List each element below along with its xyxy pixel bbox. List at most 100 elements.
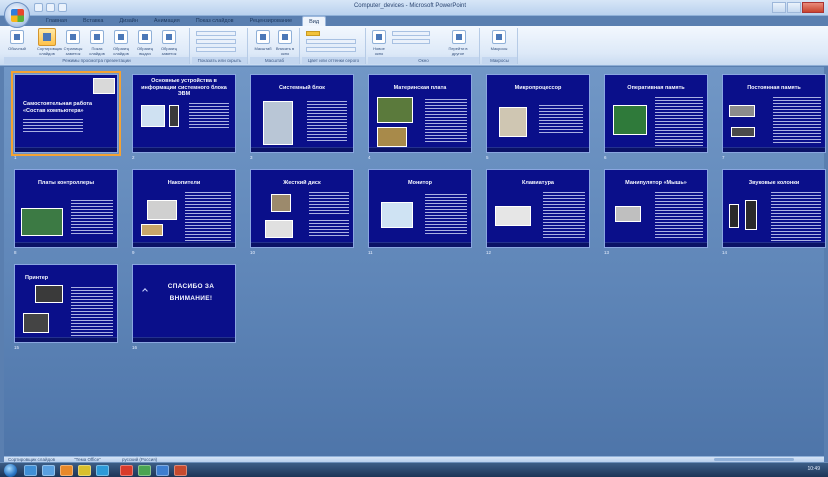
- folder-icon[interactable]: [78, 465, 91, 476]
- slide-image: [141, 105, 165, 127]
- clock[interactable]: 10:49: [807, 466, 820, 472]
- tab-animation[interactable]: Анимация: [148, 16, 186, 26]
- slide-thumbnail-1[interactable]: Самостоятельная работа «Состав компьютер…: [11, 71, 121, 156]
- slide-title: Самостоятельная работа «Состав компьютер…: [23, 101, 93, 114]
- media-icon[interactable]: [60, 465, 73, 476]
- ruler-checkbox[interactable]: [196, 31, 236, 36]
- notes-master-button[interactable]: [162, 30, 176, 44]
- notes-master-label: Образец заметок: [160, 46, 178, 56]
- start-button[interactable]: [4, 464, 17, 477]
- slide-image: [35, 285, 63, 303]
- new-window-label: Новое окно: [373, 46, 385, 56]
- slide-body: [655, 97, 703, 147]
- macros-label: Макросы: [490, 46, 508, 51]
- browser-icon[interactable]: [96, 465, 109, 476]
- macros-button[interactable]: [492, 30, 506, 44]
- group-label: Цвет или оттенки серого: [302, 57, 365, 64]
- group-label: Окно: [368, 57, 479, 64]
- powerpoint-icon[interactable]: [174, 465, 187, 476]
- slide-sorter-pane[interactable]: Самостоятельная работа «Состав компьютер…: [4, 67, 826, 456]
- tab-home[interactable]: Главная: [40, 16, 73, 26]
- fit-to-window-button[interactable]: [278, 30, 292, 44]
- notes-page-button[interactable]: [66, 30, 80, 44]
- office-logo-icon: [11, 9, 24, 22]
- handout-master-button[interactable]: [138, 30, 152, 44]
- slide-body: [71, 287, 113, 337]
- slide-sorter-button[interactable]: [38, 28, 56, 46]
- slide-number: 1: [14, 155, 17, 160]
- window-controls[interactable]: [772, 2, 824, 13]
- taskbar: 10:49: [0, 462, 828, 477]
- minimize-icon[interactable]: [772, 2, 786, 13]
- close-icon[interactable]: [802, 2, 824, 13]
- slide-thumbnail-2[interactable]: Основные устройства в информации системн…: [132, 74, 236, 153]
- slide-thumbnail-9[interactable]: Накопители: [132, 169, 236, 248]
- slide-image: [495, 206, 531, 226]
- tab-design[interactable]: Дизайн: [113, 16, 144, 26]
- slide-title: Манипулятор «Мышь»: [625, 180, 687, 186]
- slide-thumbnail-7[interactable]: Постоянная память: [722, 74, 826, 153]
- normal-view-button[interactable]: [10, 30, 24, 44]
- grayscale-button[interactable]: [306, 39, 356, 44]
- slide-master-button[interactable]: [114, 30, 128, 44]
- opera-icon[interactable]: [120, 465, 133, 476]
- slide-thumbnail-6[interactable]: Оперативная память: [604, 74, 708, 153]
- slide-sorter-label: Сортировщик слайдов: [37, 46, 63, 56]
- tab-review[interactable]: Рецензирование: [244, 16, 298, 26]
- zoom-slider[interactable]: [714, 458, 794, 461]
- gridlines-checkbox[interactable]: [196, 39, 236, 44]
- group-label: Макросы: [482, 57, 517, 64]
- slide-decoration: [142, 288, 148, 294]
- slide-title: Звуковые колонки: [748, 180, 800, 186]
- slide-footer: [251, 242, 353, 247]
- slide-image: [169, 105, 179, 127]
- slideshow-button[interactable]: [90, 30, 104, 44]
- slide-body: [425, 194, 467, 236]
- quick-access-toolbar[interactable]: [34, 3, 67, 12]
- slide-thumbnail-3[interactable]: Системный блок: [250, 74, 354, 153]
- cascade-button[interactable]: [392, 39, 430, 44]
- slide-footer: [605, 242, 707, 247]
- slide-footer: [723, 242, 825, 247]
- black-white-button[interactable]: [306, 47, 356, 52]
- slide-thumbnail-13[interactable]: Манипулятор «Мышь»: [604, 169, 708, 248]
- switch-window-button[interactable]: [452, 30, 466, 44]
- arrange-all-button[interactable]: [392, 31, 430, 36]
- app-icon[interactable]: [42, 465, 55, 476]
- slide-thumbnail-12[interactable]: Клавиатура: [486, 169, 590, 248]
- slide-title: Оперативная память: [627, 85, 685, 91]
- word-icon[interactable]: [156, 465, 169, 476]
- slide-image: [141, 224, 163, 236]
- office-button[interactable]: [4, 2, 30, 28]
- slide-footer: [15, 337, 117, 342]
- slide-thumbnail-16[interactable]: СПАСИБО ЗА ВНИМАНИЕ!: [132, 264, 236, 343]
- slide-number: 10: [250, 250, 256, 255]
- title-bar: Computer_devices - Microsoft PowerPoint: [0, 0, 828, 16]
- slide-thumbnail-10[interactable]: Жесткий диск: [250, 169, 354, 248]
- slide-thumbnail-4[interactable]: Материнская плата: [368, 74, 472, 153]
- tab-view[interactable]: Вид: [302, 16, 327, 26]
- slide-number: 4: [368, 155, 371, 160]
- slide-title: Клавиатура: [522, 180, 554, 186]
- slide-thumbnail-11[interactable]: Монитор: [368, 169, 472, 248]
- explorer-icon[interactable]: [24, 465, 37, 476]
- slide-image: [147, 200, 177, 220]
- slide-thumbnail-15[interactable]: Принтер: [14, 264, 118, 343]
- slide-thumbnail-14[interactable]: Звуковые колонки: [722, 169, 826, 248]
- color-button[interactable]: [306, 31, 320, 36]
- app-icon[interactable]: [138, 465, 151, 476]
- slide-thumbnail-5[interactable]: Микропроцессор: [486, 74, 590, 153]
- tab-slideshow[interactable]: Показ слайдов: [190, 16, 240, 26]
- message-bar-checkbox[interactable]: [196, 47, 236, 52]
- zoom-button[interactable]: [256, 30, 270, 44]
- tab-insert[interactable]: Вставка: [77, 16, 109, 26]
- group-zoom: Масштаб Вписать в окно Масштаб: [250, 28, 300, 64]
- group-label: Режимы просмотра презентации: [4, 57, 189, 64]
- slide-title: СПАСИБО ЗА ВНИМАНИЕ!: [167, 283, 215, 302]
- slide-title: Микропроцессор: [514, 85, 562, 91]
- maximize-icon[interactable]: [787, 2, 801, 13]
- new-window-button[interactable]: [372, 30, 386, 44]
- slide-footer: [723, 147, 825, 152]
- slide-body: [185, 192, 231, 242]
- slide-thumbnail-8[interactable]: Платы контроллеры: [14, 169, 118, 248]
